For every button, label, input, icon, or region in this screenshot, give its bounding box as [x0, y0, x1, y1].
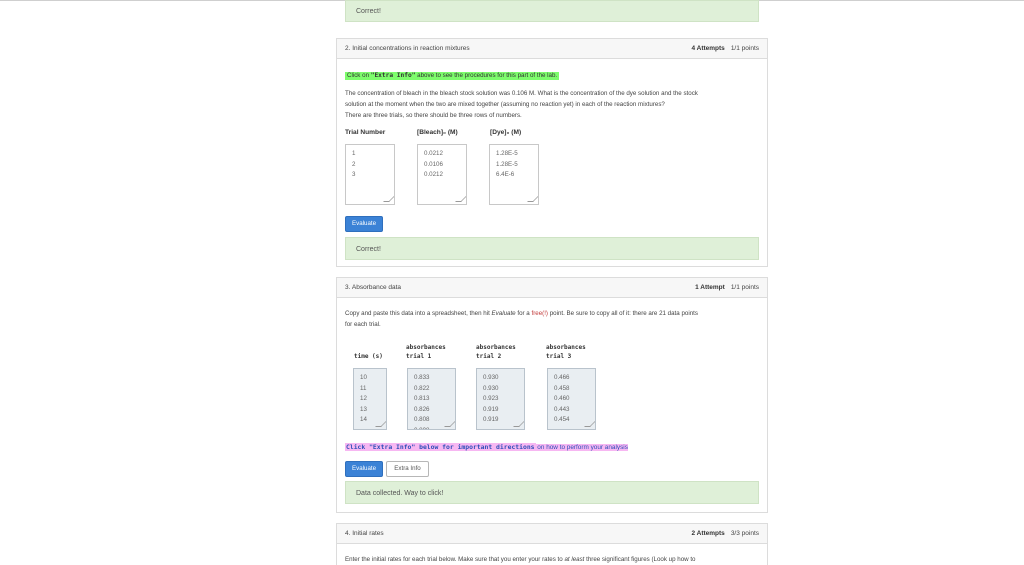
trial-2-absorbance-textarea[interactable]: 0.930 0.930 0.923 0.919 0.919	[476, 368, 525, 430]
column-header-time: time (s)	[354, 353, 383, 360]
column-header-bleach: [Bleach]₀ (M)	[417, 129, 458, 136]
column-header-trial-1: absorbances trial 1	[406, 344, 446, 360]
question-body-line: Copy and paste this data into a spreadsh…	[345, 310, 698, 317]
question-meta: 2 Attempts 3/3 points	[691, 530, 759, 537]
feedback-text: Correct!	[356, 8, 381, 15]
question-feedback: Correct!	[345, 237, 759, 260]
column-header-trial-number: Trial Number	[345, 129, 386, 136]
dye-concentration-textarea[interactable]: 1.28E-5 1.28E-5 6.4E-6	[489, 144, 539, 205]
column-header-trial-2: absorbances trial 2	[476, 344, 516, 360]
question-feedback: Data collected. Way to click!	[345, 481, 759, 504]
extra-info-hint: Click on "Extra Info" above to see the p…	[345, 72, 560, 80]
question-body-line: solution at the moment when the two are …	[345, 101, 665, 108]
question-title: 4. Initial rates	[345, 530, 384, 537]
points-score: 1/1 points	[730, 45, 759, 52]
question-header: 2. Initial concentrations in reaction mi…	[337, 39, 767, 59]
evaluate-button[interactable]: Evaluate	[345, 461, 384, 477]
previous-question-feedback: Correct!	[345, 0, 759, 22]
question-title: 3. Absorbance data	[345, 284, 402, 291]
question-meta: 1 Attempt 1/1 points	[695, 284, 759, 291]
question-body-line: The concentration of bleach in the bleac…	[345, 90, 698, 97]
attempts-count: 1 Attempt	[695, 284, 725, 291]
bleach-concentration-textarea[interactable]: 0.0212 0.0106 0.0212	[417, 144, 467, 205]
time-textarea[interactable]: 10 11 12 13 14	[353, 368, 387, 430]
extra-info-button[interactable]: Extra Info	[386, 461, 429, 477]
feedback-text: Data collected. Way to click!	[356, 490, 444, 497]
column-header-trial-3: absorbances trial 3	[546, 344, 586, 360]
evaluate-button[interactable]: Evaluate	[345, 216, 384, 232]
trial-1-absorbance-textarea[interactable]: 0.833 0.822 0.813 0.826 0.808 0.808	[407, 368, 456, 430]
points-score: 1/1 points	[730, 284, 759, 291]
question-title: 2. Initial concentrations in reaction mi…	[345, 45, 470, 52]
question-header: 3. Absorbance data 1 Attempt 1/1 points	[337, 278, 767, 298]
extra-info-directions-hint: Click "Extra Info" below for important d…	[345, 443, 628, 451]
question-meta: 4 Attempts 1/1 points	[691, 45, 759, 52]
question-body-line: for each trial.	[345, 321, 381, 328]
attempts-count: 2 Attempts	[691, 530, 725, 537]
question-header: 4. Initial rates 2 Attempts 3/3 points	[337, 524, 767, 544]
column-header-dye: [Dye]₀ (M)	[490, 129, 522, 136]
trial-3-absorbance-textarea[interactable]: 0.466 0.458 0.460 0.443 0.454	[547, 368, 596, 430]
question-body-line: There are three trials, so there should …	[345, 112, 522, 119]
points-score: 3/3 points	[730, 530, 759, 537]
free-point-link[interactable]: free(!)	[531, 310, 548, 317]
feedback-text: Correct!	[356, 246, 381, 253]
trial-number-textarea[interactable]: 1 2 3	[345, 144, 395, 205]
question-body-line: Enter the initial rates for each trial b…	[345, 556, 696, 563]
attempts-count: 4 Attempts	[691, 45, 725, 52]
